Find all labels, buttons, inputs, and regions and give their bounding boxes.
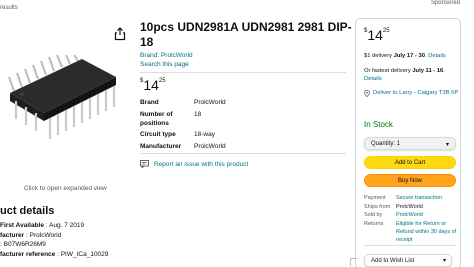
brand-link[interactable]: Brand: ProlcWorld (140, 52, 193, 59)
fastest-delivery-dates: July 11 - 16 (412, 68, 444, 74)
deliver-to-label: Deliver to Larry - Calgary T3B 5P (373, 90, 459, 96)
price-fraction: 25 (158, 78, 166, 84)
share-icon[interactable] (114, 27, 126, 41)
sponsored-label[interactable]: Sponsored (431, 0, 460, 6)
delivery-info: $1 delivery July 17 - 30. Details (364, 53, 446, 59)
detail-value: B07W6R26M9 (3, 241, 46, 248)
product-details-heading: uct details (0, 205, 55, 217)
fastest-delivery-details-link[interactable]: Details (364, 76, 382, 82)
fastest-delivery-info: Or fastest delivery July 11 - 16. Detail… (364, 68, 445, 82)
detail-row: First Available : Aug. 7 2019 (0, 222, 85, 229)
chat-bubble-icon (140, 160, 149, 168)
results-label: results (0, 5, 18, 11)
product-image[interactable] (4, 55, 122, 143)
price-fraction: 25 (382, 28, 390, 34)
chevron-down-icon[interactable]: ▾ (443, 255, 446, 267)
wish-list-label: Add to Wish List (371, 258, 415, 264)
delivery-dates: July 17 - 30 (393, 53, 425, 59)
spec-value: 18 (194, 111, 202, 118)
spec-value: ProlcWorld (194, 99, 226, 106)
divider (140, 153, 346, 154)
click-to-expand-label: Click to open expanded view (24, 185, 107, 192)
divider (364, 245, 456, 246)
meta-value: ProlcWorld (396, 203, 423, 210)
buy-now-button[interactable]: Buy Now (364, 174, 456, 187)
detail-value: ProlcWorld (29, 231, 62, 239)
price-symbol: $ (364, 28, 368, 34)
product-price: $1425 (140, 77, 166, 95)
spec-value: 18-way (194, 131, 215, 138)
detail-row: facturer reference : PIW_ICa_10029 (0, 250, 109, 258)
spec-key: Circuit type (140, 131, 176, 138)
add-to-wish-list-button[interactable]: Add to Wish List ▾ (364, 254, 452, 267)
meta-key: Ships from (364, 203, 391, 210)
price-whole: 14 (367, 27, 383, 43)
meta-key: Sold by (364, 212, 383, 218)
chevron-down-icon: ▾ (445, 142, 449, 148)
detail-key: facturer reference (0, 250, 56, 258)
report-issue-label: Report an issue with this product (154, 160, 249, 168)
buybox-price: $1425 (364, 27, 390, 45)
buy-box: $1425 $1 delivery July 17 - 30. Details … (355, 18, 461, 267)
detail-row: : B07W6R26M9 (0, 241, 46, 248)
add-to-cart-button[interactable]: Add to Cart (364, 156, 456, 169)
meta-key: Payment (364, 195, 386, 201)
quantity-label: Quantity: 1 (371, 141, 401, 147)
meta-key: Returns (364, 220, 384, 227)
secure-transaction-link[interactable]: Secure transaction (396, 194, 460, 202)
detail-value: Aug. 7 2019 (49, 222, 85, 229)
spec-key: Brand (140, 99, 159, 106)
spec-key: Number of positions (140, 111, 173, 127)
report-issue-link[interactable]: Report an issue with this product (140, 160, 248, 168)
stock-status: In Stock (364, 120, 393, 129)
search-this-page-link[interactable]: Search this page (140, 61, 189, 68)
location-pin-icon (364, 89, 370, 97)
detail-row: facturer : ProlcWorld (0, 231, 62, 239)
delivery-details-link[interactable]: Details (428, 53, 446, 59)
detail-key: facturer (0, 231, 25, 239)
quantity-select[interactable]: Quantity: 1 ▾ (364, 137, 456, 150)
seller-link[interactable]: ProlcWorld (396, 211, 460, 219)
price-whole: 14 (143, 77, 159, 93)
spec-value: ProlcWorld (194, 143, 226, 150)
panel-edge-mark (350, 258, 357, 266)
returns-link[interactable]: Eligible for Return or Refund within 30 … (396, 220, 460, 244)
detail-value: PIW_ICa_10029 (60, 250, 109, 258)
detail-key: First Available (0, 222, 44, 229)
product-title: 10pcs UDN2981A UDN2981 2981 DIP-18 (140, 20, 352, 49)
deliver-to-link[interactable]: Deliver to Larry - Calgary T3B 5P (364, 89, 460, 97)
price-symbol: $ (140, 78, 144, 84)
product-details-list: First Available : Aug. 7 2019 facturer :… (0, 222, 108, 260)
divider (140, 72, 346, 73)
spec-key: Manufacturer (140, 143, 182, 150)
